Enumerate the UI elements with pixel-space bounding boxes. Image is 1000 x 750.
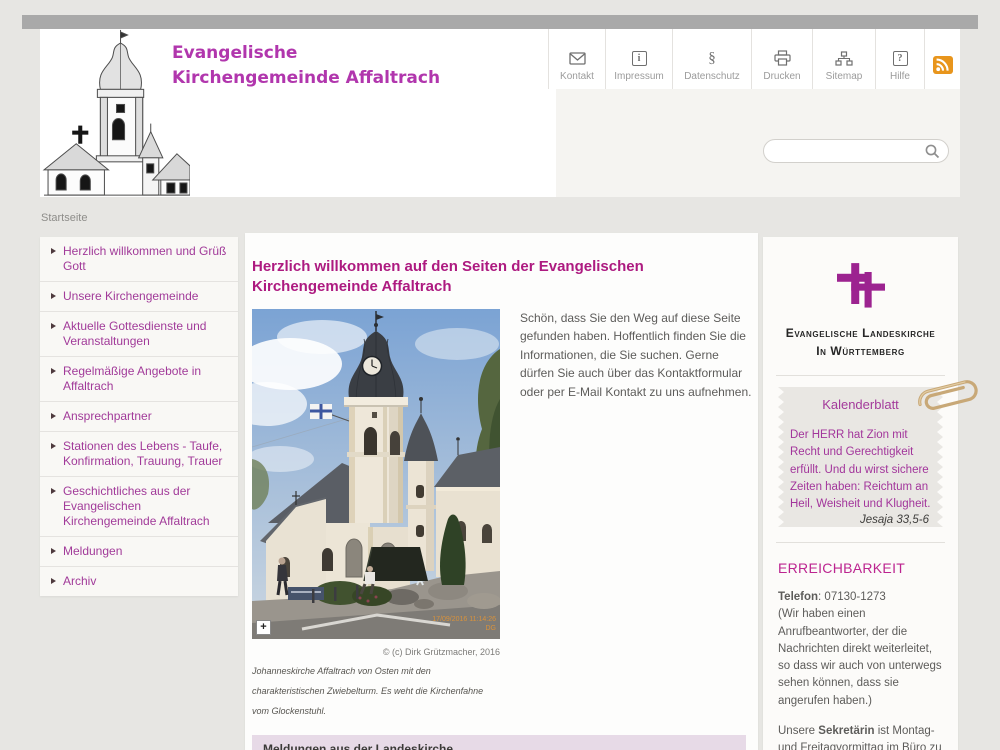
photo-column: 17/09/2016 11:14:26 DG + © (c) Dirk Grüt… [252, 309, 504, 722]
arrow-icon [51, 548, 56, 554]
sidebar-item-label: Aktuelle Gottesdienste und Veranstaltung… [63, 319, 206, 348]
landeskirche-name-line1: Evangelische Landeskirche [778, 324, 943, 342]
divider [776, 375, 945, 376]
divider [776, 542, 945, 543]
breadcrumb[interactable]: Startseite [41, 212, 87, 224]
site-title: Evangelische Kirchengemeinde Affaltrach [172, 41, 440, 90]
sidebar-item-willkommen[interactable]: Herzlich willkommen und Grüß Gott [40, 237, 238, 281]
church-photo-image [252, 309, 500, 639]
nav-hilfe[interactable]: ? Hilfe [875, 29, 924, 89]
service-nav: Kontakt i Impressum § Datenschutz Drucke… [548, 29, 924, 89]
section-icon: § [708, 49, 716, 67]
sidebar-item-label: Meldungen [63, 544, 122, 558]
sidebar-item-meldungen[interactable]: Meldungen [40, 536, 238, 566]
rss-icon [933, 56, 953, 74]
buero-paragraph: Unsere Sekretärin ist Montag- und Freita… [778, 723, 943, 750]
paperclip-icon [903, 367, 989, 427]
printer-icon [774, 49, 791, 67]
photo-zoom-button[interactable]: + [256, 620, 271, 635]
page-title: Herzlich willkommen auf den Seiten der E… [252, 257, 739, 298]
right-sidebar: Evangelische Landeskirche In Württemberg… [763, 237, 958, 750]
arrow-icon [51, 488, 56, 494]
sidebar-item-label: Archiv [63, 574, 96, 588]
nav-label: Kontakt [560, 71, 594, 82]
nav-label: Hilfe [890, 71, 910, 82]
sidebar-menu: Herzlich willkommen und Grüß Gott Unsere… [40, 237, 238, 596]
arrow-icon [51, 323, 56, 329]
sidebar-item-gottesdienste[interactable]: Aktuelle Gottesdienste und Veranstaltung… [40, 311, 238, 356]
erreichbarkeit-title: ERREICHBARKEIT [778, 560, 943, 576]
page: Evangelische Kirchengemeinde Affaltrach … [0, 0, 1000, 750]
arrow-icon [51, 368, 56, 374]
kalenderblatt-verse: Der HERR hat Zion mit Recht und Gerechti… [790, 427, 931, 513]
sidebar-item-archiv[interactable]: Archiv [40, 566, 238, 596]
info-icon: i [632, 49, 647, 67]
photo-timestamp: 17/09/2016 11:14:26 DG [432, 616, 496, 634]
church-logo[interactable] [42, 24, 190, 198]
search-input[interactable] [763, 139, 949, 163]
site-title-line2: Kirchengemeinde Affaltrach [172, 66, 440, 91]
intro-text: Schön, dass Sie den Weg auf diese Seite … [520, 309, 752, 402]
nav-sitemap[interactable]: Sitemap [812, 29, 875, 89]
nav-impressum[interactable]: i Impressum [605, 29, 672, 89]
news-bar-title[interactable]: Meldungen aus der Landeskirche [263, 742, 453, 750]
photo-copyright: © (c) Dirk Grützmacher, 2016 [252, 647, 500, 657]
sidebar-item-angebote[interactable]: Regelmäßige Angebote in Affaltrach [40, 356, 238, 401]
church-photo[interactable]: 17/09/2016 11:14:26 DG + [252, 309, 500, 639]
double-cross-icon [837, 263, 885, 313]
help-icon: ? [893, 49, 908, 67]
sidebar-item-label: Regelmäßige Angebote in Affaltrach [63, 364, 201, 393]
rss-button[interactable] [924, 29, 960, 89]
sidebar-item-label: Unsere Kirchengemeinde [63, 289, 198, 303]
landeskirche-name-line2: In Württemberg [778, 342, 943, 360]
mail-icon [569, 49, 586, 67]
arrow-icon [51, 413, 56, 419]
nav-datenschutz[interactable]: § Datenschutz [672, 29, 751, 89]
site-title-line1: Evangelische [172, 41, 440, 66]
sitemap-icon [835, 49, 853, 67]
sidebar-item-stationen[interactable]: Stationen des Lebens - Taufe, Konfirmati… [40, 431, 238, 476]
zigzag-edge [778, 387, 784, 527]
nav-kontakt[interactable]: Kontakt [548, 29, 605, 89]
arrow-icon [51, 578, 56, 584]
nav-label: Datenschutz [684, 71, 740, 82]
nav-label: Drucken [763, 71, 800, 82]
sidebar-item-geschichtliches[interactable]: Geschichtliches aus der Evangelischen Ki… [40, 476, 238, 536]
telefon-value: : 07130-1273 [818, 591, 886, 603]
header: Evangelische Kirchengemeinde Affaltrach … [40, 29, 960, 197]
nav-drucken[interactable]: Drucken [751, 29, 812, 89]
arrow-icon [51, 248, 56, 254]
search [763, 139, 949, 163]
sidebar-item-kirchengemeinde[interactable]: Unsere Kirchengemeinde [40, 281, 238, 311]
sidebar-item-label: Geschichtliches aus der Evangelischen Ki… [63, 484, 210, 528]
main-content: Herzlich willkommen auf den Seiten der E… [245, 233, 758, 750]
telefon-paragraph: Telefon: 07130-1273 (Wir haben einen Anr… [778, 589, 943, 710]
photo-caption: Johanneskirche Affaltrach von Osten mit … [252, 661, 502, 722]
search-icon[interactable] [925, 144, 940, 159]
sidebar-item-ansprechpartner[interactable]: Ansprechpartner [40, 401, 238, 431]
news-bar: Meldungen aus der Landeskirche [252, 735, 746, 750]
sekretaerin-bold: Sekretärin [818, 725, 874, 737]
sidebar-item-label: Ansprechpartner [63, 409, 152, 423]
landeskirche-logo[interactable]: Evangelische Landeskirche In Württemberg [778, 263, 943, 360]
arrow-icon [51, 293, 56, 299]
telefon-label: Telefon [778, 591, 818, 603]
nav-label: Impressum [614, 71, 663, 82]
arrow-icon [51, 443, 56, 449]
telefon-note: (Wir haben einen Anrufbeantworter, der d… [778, 606, 943, 710]
intro-row: 17/09/2016 11:14:26 DG + © (c) Dirk Grüt… [252, 309, 758, 722]
sidebar-item-label: Herzlich willkommen und Grüß Gott [63, 244, 226, 273]
kalenderblatt-card: Kalenderblatt Der HERR hat Zion mit Rech… [778, 387, 943, 527]
sidebar-item-label: Stationen des Lebens - Taufe, Konfirmati… [63, 439, 222, 468]
kalenderblatt-source: Jesaja 33,5-6 [792, 514, 929, 526]
nav-label: Sitemap [826, 71, 863, 82]
